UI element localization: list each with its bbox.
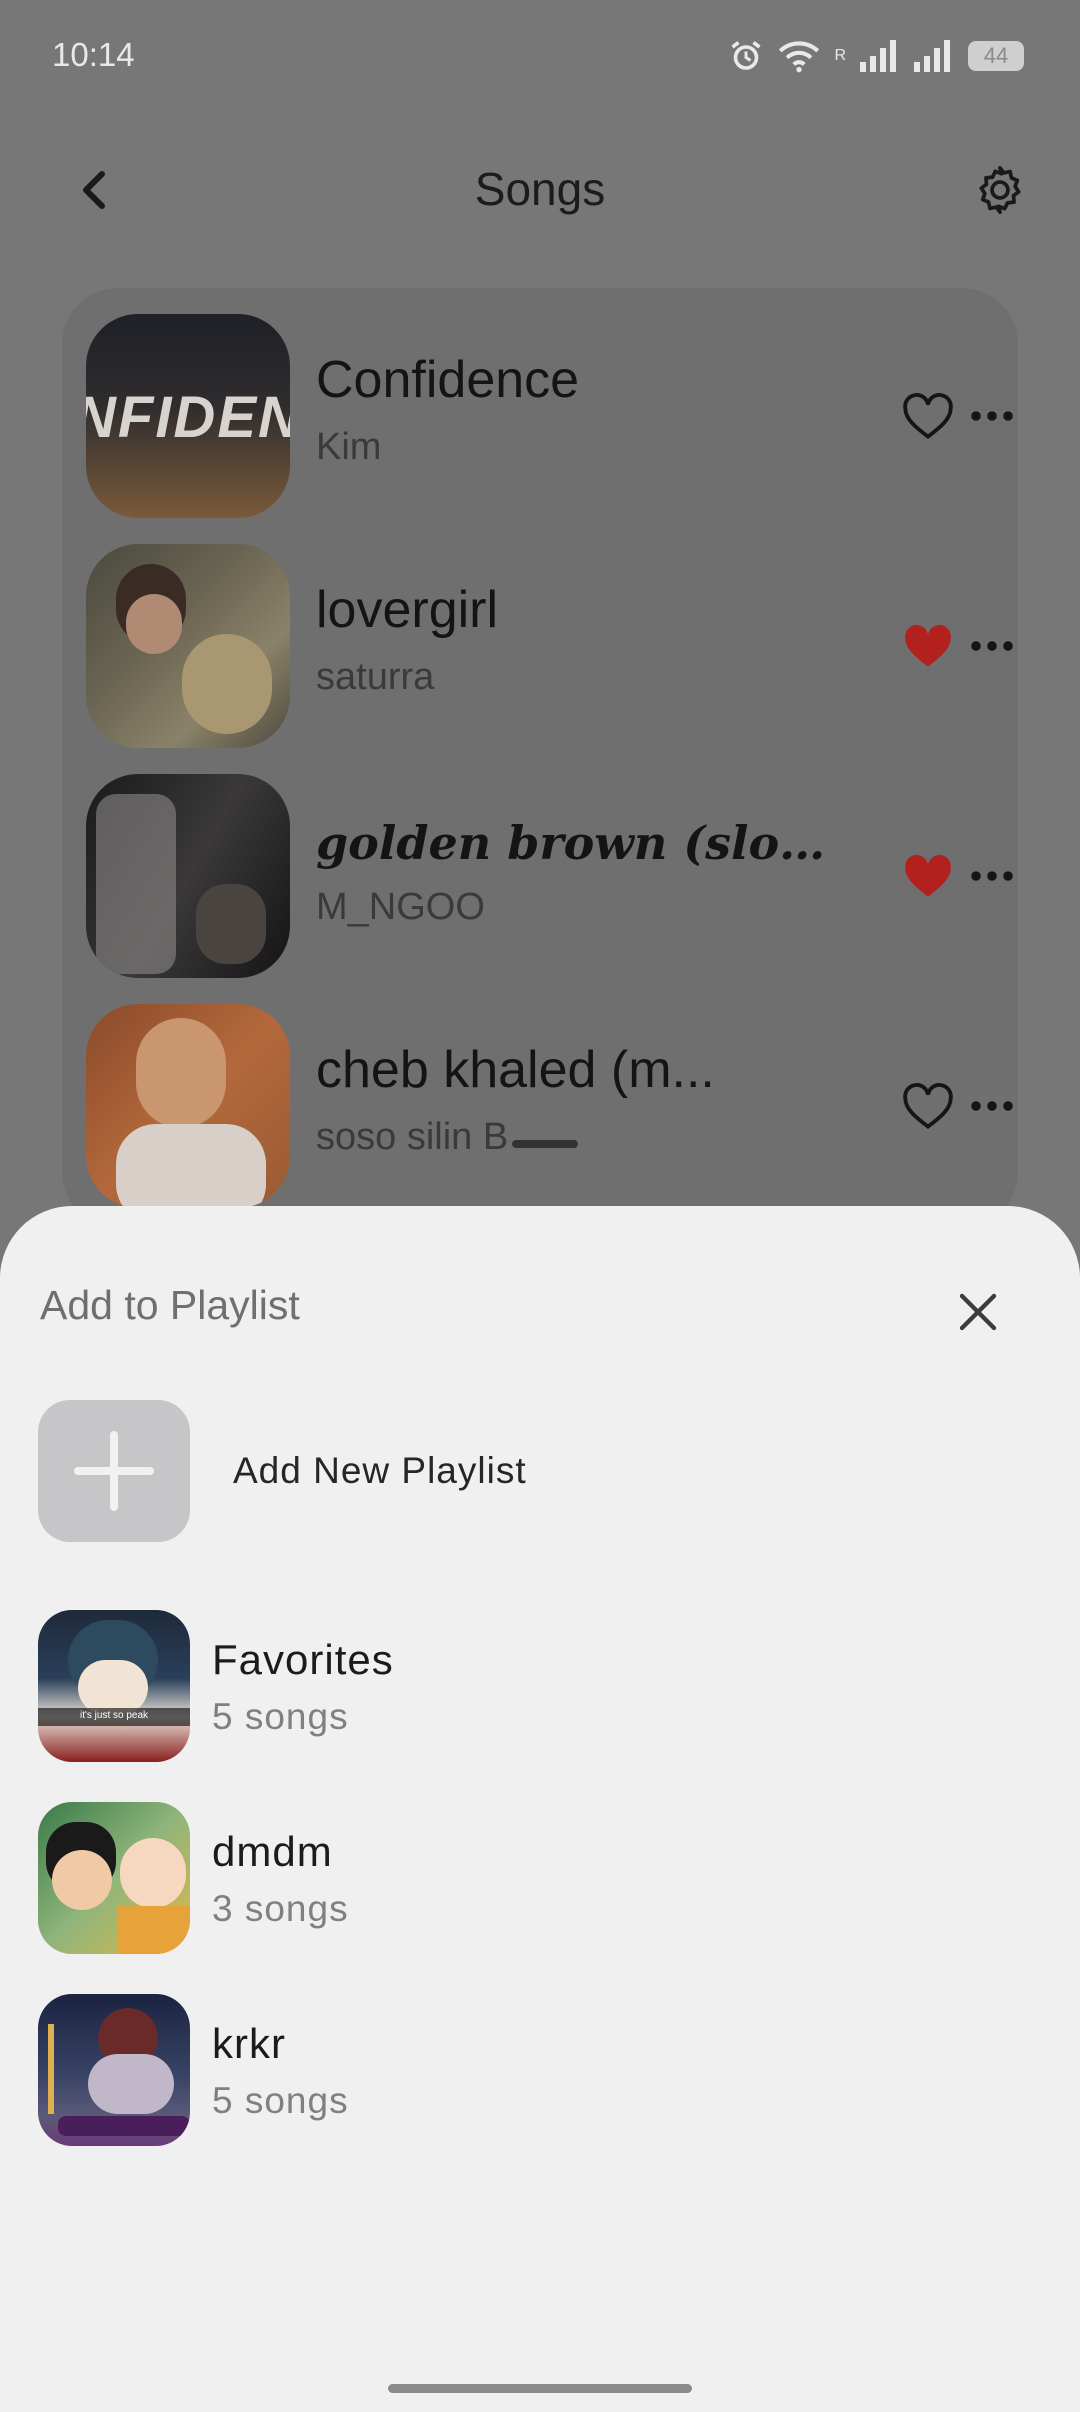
add-to-playlist-sheet: Add to Playlist Add New Playlist it's ju… [0,1206,1080,2412]
roaming-indicator: R [834,47,846,64]
heart-filled-icon[interactable] [900,850,956,900]
song-artist: soso silin B [316,1116,509,1158]
more-options-icon[interactable] [968,396,1016,436]
heart-filled-icon[interactable] [900,620,956,670]
home-indicator[interactable] [388,2384,692,2393]
more-options-icon[interactable] [968,856,1016,896]
heart-outline-icon[interactable] [900,1080,956,1130]
close-icon [959,1293,997,1331]
song-title: golden brown (slowed ... [316,816,836,870]
alarm-icon [731,41,762,70]
album-art [86,1004,290,1208]
status-time: 10:14 [52,36,135,73]
song-row[interactable]: NFIDEN Confidence Kim [86,314,1013,518]
song-title: cheb khaled (m... [316,1041,715,1099]
heart-outline-icon[interactable] [900,390,956,440]
playlist-thumbnail [38,1994,190,2146]
song-list: NFIDEN Confidence Kim lovergirl saturra [62,288,1018,1228]
add-new-playlist-button[interactable] [38,1400,190,1542]
playlist-name: krkr [212,2020,286,2067]
settings-button[interactable] [970,160,1030,220]
playlist-name: Favorites [212,1636,394,1683]
playlist-thumbnail: it's just so peak [38,1610,190,1762]
playlist-thumbnail-caption: it's just so peak [79,1710,149,1721]
playlist-name: dmdm [212,1828,333,1875]
playlist-song-count: 3 songs [212,1888,349,1929]
album-art [86,774,290,978]
wifi-icon [779,41,820,73]
song-row[interactable]: golden brown (slowed ... M_NGOO [86,774,1013,978]
plus-icon [74,1431,154,1511]
more-options-icon[interactable] [968,626,1016,666]
song-row[interactable]: lovergirl saturra [86,544,1013,748]
signal-icon-2 [914,40,950,72]
song-artist: saturra [316,656,435,698]
song-row[interactable]: cheb khaled (m... soso silin B [86,1004,1013,1208]
song-title: Confidence [316,351,580,409]
status-icons: R 44 [728,38,1024,74]
close-button[interactable] [950,1284,1006,1340]
mini-player-handle [512,1140,578,1148]
playlist-song-count: 5 songs [212,2080,349,2121]
playlist-item[interactable]: krkr 5 songs [38,1994,1038,2148]
song-artist: Kim [316,426,382,468]
playlist-item[interactable]: it's just so peak Favorites 5 songs [38,1610,1038,1764]
album-art: NFIDEN [86,314,290,518]
album-art [86,544,290,748]
gear-icon [979,165,1021,215]
signal-icon [860,40,896,72]
playlist-song-count: 5 songs [212,1696,349,1737]
page-title: Songs [474,163,606,215]
more-options-icon[interactable] [968,1086,1016,1126]
sheet-title: Add to Playlist [40,1282,300,1328]
playlist-item[interactable]: dmdm 3 songs [38,1802,1038,1956]
battery-icon: 44 [968,41,1024,71]
top-bar: Songs [0,140,1080,240]
status-bar: 10:14 R 44 [0,0,1080,120]
song-artist: M_NGOO [316,886,485,928]
playlist-thumbnail [38,1802,190,1954]
add-new-playlist-label[interactable]: Add New Playlist [233,1450,527,1492]
album-art-text: NFIDEN [86,385,290,450]
song-title: lovergirl [316,581,499,639]
